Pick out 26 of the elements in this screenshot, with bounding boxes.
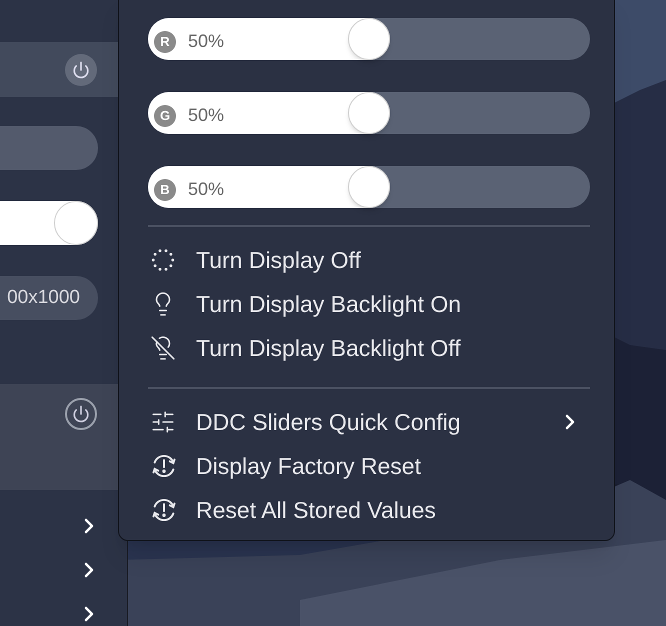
power-icon bbox=[72, 405, 90, 424]
color-slider[interactable]: R 50% bbox=[148, 18, 590, 60]
color-slider[interactable]: G 50% bbox=[148, 92, 590, 134]
slider-knob[interactable] bbox=[348, 92, 390, 134]
slider-reading: 50% bbox=[188, 178, 224, 201]
dotted-circle-icon bbox=[150, 247, 176, 273]
slider-knob[interactable] bbox=[54, 201, 98, 246]
lightbulb-off-icon bbox=[150, 335, 176, 361]
menu-item[interactable]: Turn Display Backlight On bbox=[196, 286, 462, 322]
menu-item[interactable]: DDC Sliders Quick Config bbox=[196, 404, 461, 440]
menu-item[interactable]: Display Factory Reset bbox=[196, 448, 421, 484]
color-slider[interactable]: B 50% bbox=[148, 166, 590, 208]
slider-knob[interactable] bbox=[348, 166, 390, 208]
reset-icon bbox=[150, 452, 178, 480]
slider-knob[interactable] bbox=[348, 18, 390, 60]
menu-item[interactable]: Turn Display Off bbox=[196, 242, 361, 278]
power-button[interactable] bbox=[65, 398, 97, 430]
sliders-icon bbox=[150, 409, 176, 435]
menu-item[interactable]: Reset All Stored Values bbox=[196, 492, 436, 528]
power-icon bbox=[72, 60, 90, 79]
menu-item[interactable]: Turn Display Backlight Off bbox=[196, 330, 461, 366]
slider-reading: 50% bbox=[188, 104, 224, 127]
slider-reading: 50% bbox=[188, 30, 224, 53]
power-button[interactable] bbox=[65, 54, 97, 86]
resolution-field[interactable]: 00x1000 bbox=[0, 276, 98, 320]
reset-icon bbox=[150, 496, 178, 524]
